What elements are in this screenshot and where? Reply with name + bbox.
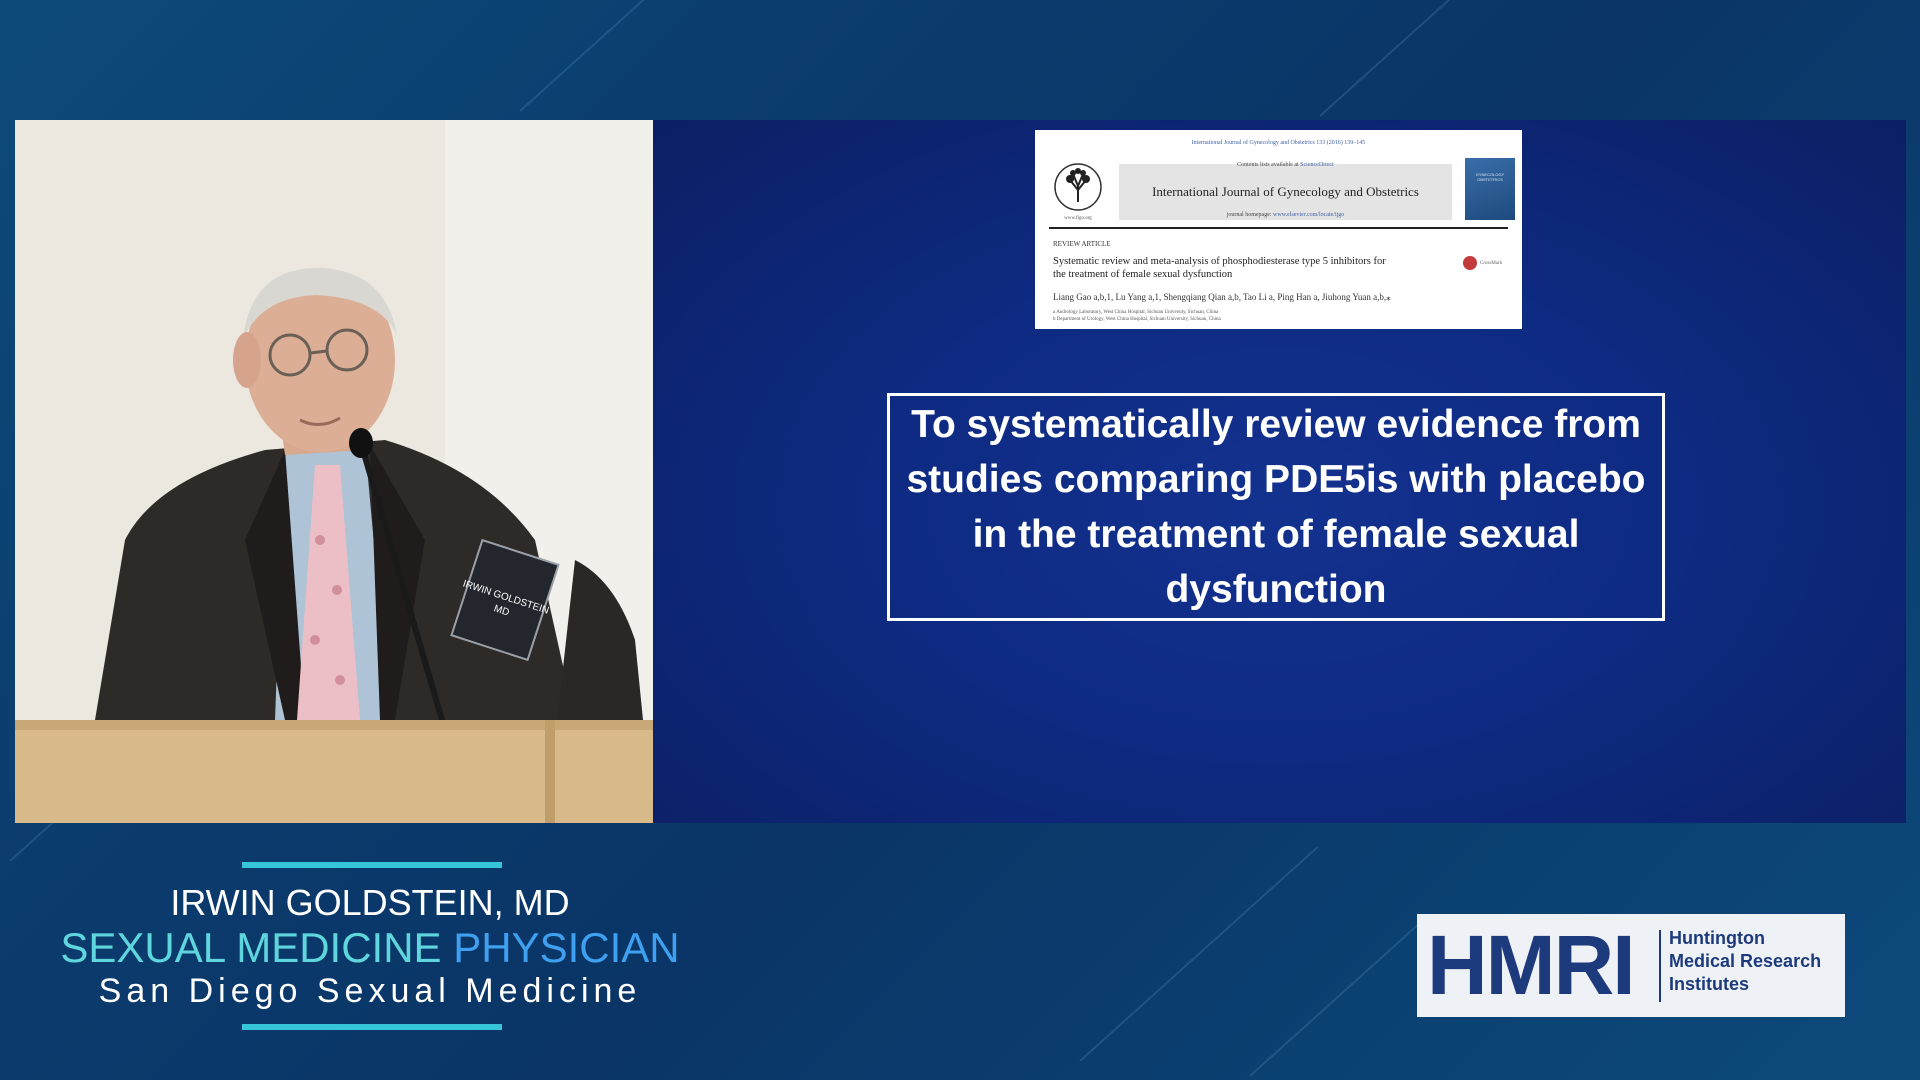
- paper-citation: International Journal of Gynecology and …: [1191, 140, 1366, 146]
- background-streak: [1249, 914, 1430, 1077]
- homepage-prefix: journal homepage:: [1226, 212, 1272, 218]
- crossmark-label: CrossMark: [1480, 260, 1503, 266]
- article-authors: Liang Gao a,b,1, Lu Yang a,1, Shengqiang…: [1053, 292, 1391, 302]
- lower-third-top-bar: [242, 862, 502, 868]
- figo-url: www.figo.org: [1064, 216, 1092, 221]
- journal-banner: Contents lists available at ScienceDirec…: [1119, 162, 1452, 220]
- contents-prefix: Contents lists available at: [1237, 162, 1299, 168]
- speaker-illustration: IRWIN GOLDSTEIN MD: [15, 120, 653, 823]
- journal-cover-image: GYNECOLOGY OBSTETRICS: [1465, 158, 1515, 220]
- presentation-slide: International Journal of Gynecology and …: [653, 120, 1906, 823]
- article-title: Systematic review and meta-analysis of p…: [1053, 256, 1386, 280]
- speaker-title: SEXUAL MEDICINE PHYSICIAN: [30, 924, 710, 972]
- sciencedirect-link[interactable]: ScienceDirect: [1300, 162, 1334, 168]
- hmri-name-line3: Institutes: [1669, 974, 1750, 994]
- header-rule: [1049, 227, 1508, 229]
- lower-third-bottom-bar: [242, 1024, 502, 1030]
- cover-title: GYNECOLOGY OBSTETRICS: [1475, 172, 1505, 182]
- speaker-title-specialty: SEXUAL MEDICINE: [60, 924, 442, 971]
- speaker-name: IRWIN GOLDSTEIN, MD: [170, 882, 570, 923]
- speaker-video-panel: IRWIN GOLDSTEIN MD: [15, 120, 653, 823]
- hmri-name-line2: Medical Research: [1669, 951, 1822, 971]
- crossmark-icon: [1463, 256, 1477, 270]
- background-streak: [1079, 846, 1319, 1062]
- journal-name: International Journal of Gynecology and …: [1152, 184, 1419, 199]
- homepage-url[interactable]: www.elsevier.com/locate/ijgo: [1273, 212, 1344, 218]
- contents-line: Contents lists available at ScienceDirec…: [1119, 162, 1452, 168]
- hmri-name-line1: Huntington: [1669, 928, 1765, 948]
- hmri-logo: HMRI Huntington Medical Research Institu…: [1417, 914, 1845, 1017]
- speaker-title-role: PHYSICIAN: [453, 924, 680, 971]
- objective-text: To systematically review evidence from s…: [906, 403, 1646, 611]
- hmri-divider: [1659, 930, 1661, 1002]
- article-section: REVIEW ARTICLE: [1053, 240, 1111, 248]
- paper-thumbnail: International Journal of Gynecology and …: [1035, 130, 1522, 329]
- speaker-organization: San Diego Sexual Medicine: [98, 972, 642, 1010]
- background-streak: [1319, 0, 1544, 117]
- background-streak: [519, 0, 714, 112]
- affiliation-a: a Andrology Laboratory, West China Hospi…: [1053, 310, 1219, 315]
- objective-box: To systematically review evidence from s…: [887, 393, 1665, 621]
- affiliation-b: b Department of Urology, West China Hosp…: [1053, 317, 1221, 322]
- figo-tree-icon: [1053, 162, 1103, 212]
- hmri-wordmark: HMRI: [1427, 918, 1636, 1012]
- homepage-line: journal homepage: www.elsevier.com/locat…: [1119, 212, 1452, 218]
- crossmark-badge: CrossMark: [1463, 256, 1502, 270]
